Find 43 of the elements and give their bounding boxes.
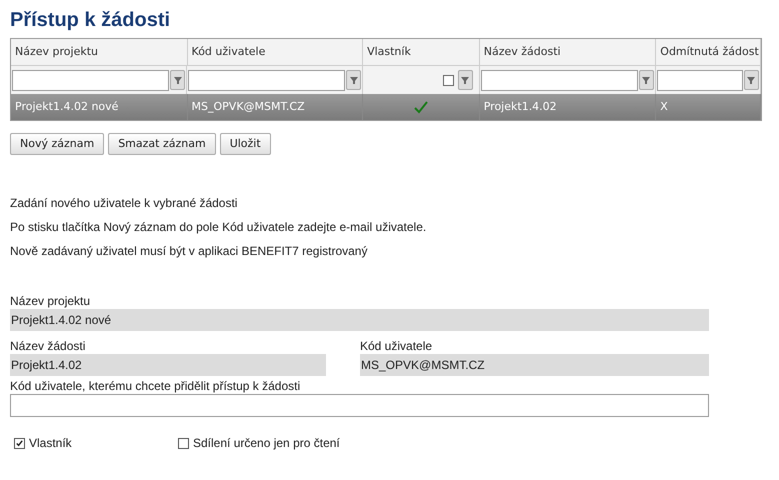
- filter-field[interactable]: [656, 70, 743, 90]
- filter-button[interactable]: [346, 70, 362, 90]
- filter-field[interactable]: [480, 70, 638, 90]
- info-text: Nově zadávaný uživatel musí být v aplikaci BENEFIT7 registrovaný: [10, 245, 368, 258]
- user-code-input[interactable]: [10, 394, 709, 417]
- action-button[interactable]: Smazat záznam: [108, 133, 216, 155]
- funnel-icon: [460, 75, 470, 85]
- column-header[interactable]: Název projektu: [11, 39, 188, 65]
- column-header[interactable]: Kód uživatele: [188, 39, 364, 65]
- table-cell-text: MS_OPVK@MSMT.CZ: [192, 98, 305, 115]
- checkbox[interactable]: [178, 438, 189, 448]
- filter-checkbox[interactable]: [442, 74, 454, 86]
- column-header[interactable]: Název žádosti: [480, 39, 656, 65]
- info-text: Zadání nového uživatele k vybrané žádosti: [10, 197, 238, 210]
- filter-button[interactable]: [170, 70, 186, 90]
- checkbox[interactable]: [14, 438, 25, 448]
- checkbox-label: Sdílení určeno jen pro čtení: [193, 435, 340, 452]
- field-label: Název žádosti: [10, 339, 86, 354]
- funnel-icon: [348, 75, 359, 85]
- field-label: Kód uživatele, kterému chcete přidělit přístup k žádosti: [10, 379, 302, 394]
- filter-button[interactable]: [458, 70, 473, 90]
- table-cell-text: X: [660, 98, 668, 115]
- info-text: Po stisku tlačítka Nový záznam do pole Kód uživatele zadejte e-mail uživatele.: [10, 221, 428, 234]
- column-header[interactable]: Odmítnutá žádost: [656, 39, 762, 65]
- action-button[interactable]: Uložit: [220, 133, 271, 155]
- filter-button[interactable]: [638, 70, 654, 90]
- field-label: Kód uživatele: [360, 339, 434, 354]
- checkbox-label: Vlastník: [29, 435, 72, 452]
- action-button[interactable]: Nový záznam: [10, 133, 104, 155]
- table-cell-text: Projekt1.4.02: [484, 98, 557, 115]
- filter-button[interactable]: [744, 70, 759, 90]
- project-name-field: Projekt1.4.02 nové: [10, 309, 709, 331]
- funnel-icon: [746, 75, 756, 85]
- funnel-icon: [172, 75, 183, 85]
- table-cell-text: Projekt1.4.02 nové: [15, 98, 118, 115]
- page-title: Přístup k žádosti: [10, 8, 172, 33]
- filter-field[interactable]: [188, 70, 346, 90]
- filter-field[interactable]: [12, 70, 170, 90]
- request-name-field: Projekt1.4.02: [10, 354, 326, 376]
- column-header[interactable]: Vlastník: [363, 39, 480, 65]
- user-code-field: MS_OPVK@MSMT.CZ: [360, 354, 709, 376]
- funnel-icon: [641, 75, 652, 85]
- field-label: Název projektu: [10, 294, 92, 309]
